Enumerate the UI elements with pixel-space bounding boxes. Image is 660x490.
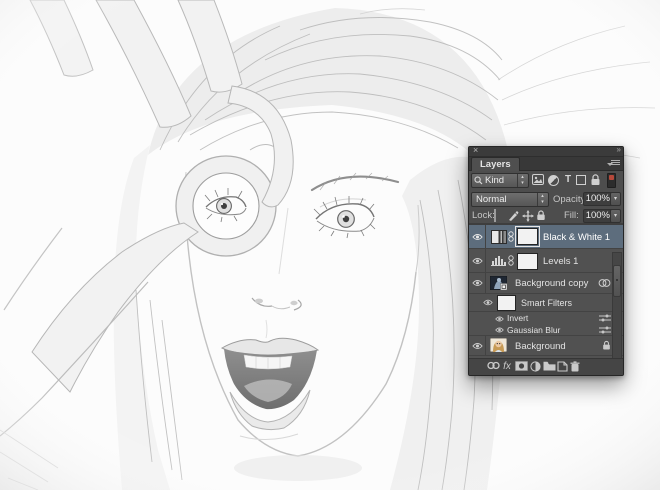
new-group-icon[interactable] xyxy=(542,361,556,373)
search-icon xyxy=(474,176,483,185)
panel-bottom-bar: fx xyxy=(469,358,623,375)
smart-object-thumbnail[interactable] xyxy=(490,276,507,290)
levels-adjustment-icon[interactable] xyxy=(491,255,506,266)
visibility-eye-icon[interactable] xyxy=(469,336,486,355)
mask-link-icon[interactable] xyxy=(508,255,514,266)
background-thumbnail[interactable] xyxy=(490,338,507,352)
add-layer-mask-icon[interactable] xyxy=(514,361,528,373)
filter-mask-thumbnail[interactable] xyxy=(497,295,516,311)
layer-name[interactable]: Levels 1 xyxy=(543,256,578,267)
layer-lock-icon xyxy=(602,340,611,351)
collapse-panel-icon[interactable]: » xyxy=(617,145,619,155)
row-filter-gaussian-blur[interactable]: Gaussian Blur xyxy=(469,323,623,336)
lock-position-icon[interactable] xyxy=(522,210,534,221)
adjustment-layer-filter-icon[interactable] xyxy=(547,174,559,186)
filter-blend-options-icon[interactable] xyxy=(599,314,611,322)
new-adjustment-layer-icon[interactable] xyxy=(528,361,542,373)
layer-styles-fx-icon[interactable]: fx xyxy=(500,361,514,373)
smart-object-filter-icon[interactable] xyxy=(589,174,601,186)
lock-label: Lock: xyxy=(472,210,495,221)
new-layer-icon[interactable] xyxy=(555,361,569,373)
filter-blend-options-icon[interactable] xyxy=(599,326,611,334)
layers-panel: × » Layers Kind ▴▾ T xyxy=(468,146,624,376)
panel-menu-icon[interactable] xyxy=(607,160,620,168)
blend-mode-value: Normal xyxy=(472,194,507,205)
layer-name[interactable]: Background xyxy=(515,341,566,352)
visibility-eye-icon[interactable] xyxy=(469,249,486,272)
row-smart-filters[interactable]: Smart Filters xyxy=(469,294,623,312)
close-icon[interactable]: × xyxy=(473,145,478,155)
panel-tabbar: Layers xyxy=(469,157,623,171)
pixel-layer-filter-icon[interactable] xyxy=(532,174,544,186)
layer-mask-thumbnail[interactable] xyxy=(517,228,538,245)
layer-row-black-white-1[interactable]: Black & White 1 xyxy=(469,225,623,249)
blend-bar: Normal ▴▾ Opacity: 100% ▾ xyxy=(469,190,623,208)
smart-filters-label[interactable]: Smart Filters xyxy=(521,298,572,308)
layer-row-background-copy[interactable]: Background copy xyxy=(469,273,623,294)
layer-row-background[interactable]: Background xyxy=(469,336,623,356)
scrollbar-thumb[interactable] xyxy=(613,265,621,297)
kind-stepper-icon[interactable]: ▴▾ xyxy=(517,174,527,187)
filter-bar: Kind ▴▾ T xyxy=(469,171,623,190)
photoshop-canvas: × » Layers Kind ▴▾ T xyxy=(0,0,660,490)
lock-transparency-icon[interactable] xyxy=(494,210,506,221)
layer-list-scrollbar[interactable] xyxy=(612,252,622,367)
shape-layer-filter-icon[interactable] xyxy=(575,174,587,186)
filter-kind-dropdown[interactable]: Kind ▴▾ xyxy=(471,173,529,188)
lock-pixels-icon[interactable] xyxy=(508,210,520,221)
visibility-eye-icon[interactable] xyxy=(469,225,486,248)
smart-filters-indicator-icon[interactable] xyxy=(598,278,611,288)
filter-name[interactable]: Gaussian Blur xyxy=(507,325,560,335)
row-filter-invert[interactable]: Invert xyxy=(469,312,623,323)
layer-name[interactable]: Background copy xyxy=(515,278,588,289)
tab-layers[interactable]: Layers xyxy=(471,157,520,171)
opacity-value[interactable]: 100% xyxy=(583,192,613,206)
layer-name[interactable]: Black & White 1 xyxy=(543,232,610,243)
panel-titlebar[interactable]: × » xyxy=(469,147,623,157)
delete-layer-icon[interactable] xyxy=(568,361,582,373)
link-layers-icon[interactable] xyxy=(486,361,500,373)
black-white-adjustment-icon[interactable] xyxy=(491,230,507,244)
layer-row-levels-1[interactable]: Levels 1 xyxy=(469,249,623,273)
layer-list: Black & White 1 Levels 1 xyxy=(469,224,623,369)
blend-mode-dropdown[interactable]: Normal ▴▾ xyxy=(471,192,549,207)
lock-bar: Lock: Fill: 100% ▾ xyxy=(469,208,623,224)
mask-link-icon[interactable] xyxy=(508,231,514,242)
visibility-eye-icon[interactable] xyxy=(481,294,495,311)
layer-mask-thumbnail[interactable] xyxy=(517,253,538,270)
filter-name[interactable]: Invert xyxy=(507,313,528,323)
filter-toggle-switch[interactable] xyxy=(607,173,616,188)
lock-all-icon[interactable] xyxy=(536,210,548,221)
fill-dropdown-arrow[interactable]: ▾ xyxy=(610,209,621,223)
visibility-eye-icon[interactable] xyxy=(469,273,486,293)
type-layer-filter-icon[interactable]: T xyxy=(562,174,574,186)
fill-value[interactable]: 100% xyxy=(583,209,613,223)
opacity-dropdown-arrow[interactable]: ▾ xyxy=(610,192,621,206)
visibility-eye-icon[interactable] xyxy=(495,325,504,336)
blend-stepper-icon[interactable]: ▴▾ xyxy=(537,193,547,206)
fill-label: Fill: xyxy=(564,210,579,221)
